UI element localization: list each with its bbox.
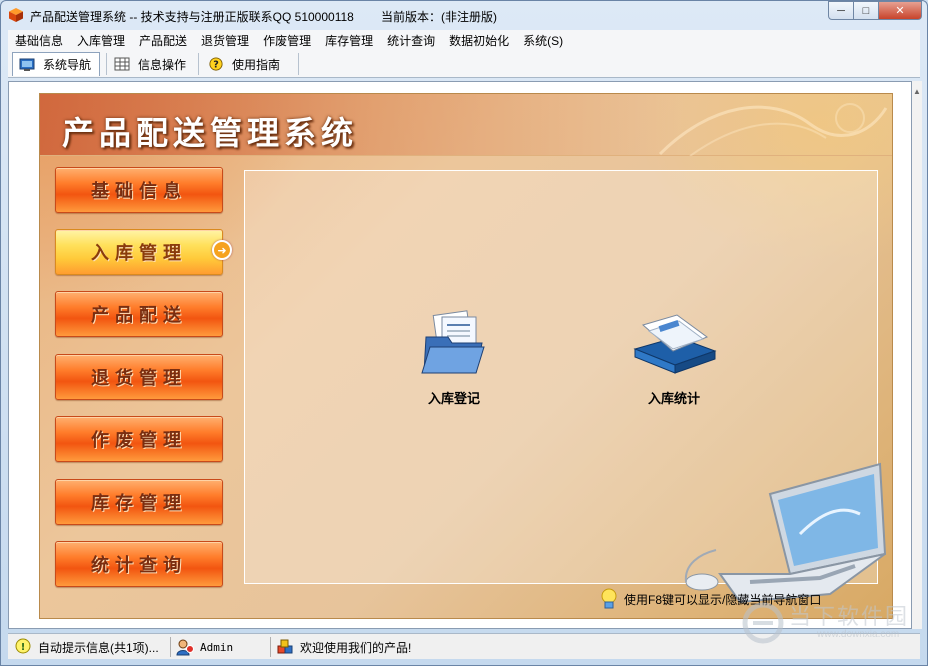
- navigation-view: 产品配送管理系统 基础信息 入库管理 ➜ 产品配送 退货管理 作废管理 库存管理…: [8, 81, 912, 629]
- status-welcome-text: 欢迎使用我们的产品!: [300, 640, 412, 655]
- help-icon: ?: [209, 57, 223, 71]
- function-inbound-register[interactable]: 入库登记: [399, 307, 509, 407]
- tab-label: 系统导航: [43, 58, 92, 72]
- status-divider: [170, 637, 171, 657]
- menu-item-returns[interactable]: 退货管理: [194, 32, 256, 49]
- tab-label: 使用指南: [232, 57, 281, 72]
- arrow-right-icon: ➜: [212, 240, 232, 260]
- menu-item-void[interactable]: 作废管理: [256, 32, 318, 49]
- watermark-logo-icon: [742, 602, 784, 644]
- nav-button-inventory[interactable]: 库存管理: [55, 479, 223, 525]
- menu-item-inventory[interactable]: 库存管理: [318, 32, 380, 49]
- status-tips[interactable]: ! 自动提示信息(共1项)...: [14, 634, 159, 660]
- menu-item-statistics[interactable]: 统计查询: [380, 32, 442, 49]
- close-icon: ✕: [895, 5, 905, 17]
- status-user-name: Admin: [200, 640, 234, 654]
- window-title: 产品配送管理系统 -- 技术支持与注册正版联系QQ 510000118: [30, 10, 354, 24]
- tab-label: 信息操作: [138, 57, 187, 72]
- nav-label: 统计查询: [91, 555, 187, 576]
- nav-label: 退货管理: [91, 368, 187, 389]
- svg-text:!: !: [21, 642, 26, 653]
- status-user: Admin: [176, 634, 233, 660]
- panel-header: 产品配送管理系统: [40, 94, 892, 156]
- tab-toolbar: 系统导航 信息操作 ? 使用指南: [8, 50, 920, 78]
- nav-label: 库存管理: [91, 493, 187, 514]
- nav-label: 基础信息: [91, 181, 187, 202]
- scroll-up-icon[interactable]: ▲: [912, 87, 922, 96]
- status-welcome: 欢迎使用我们的产品!: [276, 634, 411, 660]
- panel-title: 产品配送管理系统: [62, 114, 359, 152]
- menu-bar: 基础信息 入库管理 产品配送 退货管理 作废管理 库存管理 统计查询 数据初始化…: [8, 30, 920, 50]
- close-button[interactable]: ✕: [878, 1, 922, 20]
- tab-system-navigation[interactable]: 系统导航: [12, 52, 100, 76]
- nav-button-basic-info[interactable]: 基础信息: [55, 167, 223, 213]
- version-label: 当前版本：(非注册版): [381, 10, 497, 24]
- nav-button-returns[interactable]: 退货管理: [55, 354, 223, 400]
- monitor-icon: [19, 58, 35, 71]
- function-inbound-statistics[interactable]: 入库统计: [619, 307, 729, 407]
- nav-label: 产品配送: [91, 305, 187, 326]
- watermark-url: www.downxia.com: [817, 629, 900, 640]
- toolbar-divider: [106, 53, 107, 75]
- svg-text:?: ?: [213, 60, 219, 71]
- nav-label: 入库管理: [91, 243, 187, 264]
- folder-documents-icon: [421, 310, 485, 374]
- app-window: 产品配送管理系统 -- 技术支持与注册正版联系QQ 510000118 当前版本…: [0, 0, 928, 666]
- info-bulb-icon: !: [15, 638, 31, 654]
- maximize-button[interactable]: □: [853, 1, 879, 20]
- watermark-text: 当下软件园: [789, 604, 910, 629]
- nav-button-inbound[interactable]: 入库管理: [55, 229, 223, 275]
- function-label: 入库登记: [427, 391, 480, 406]
- status-tips-text: 自动提示信息(共1项)...: [38, 640, 159, 655]
- nav-button-delivery[interactable]: 产品配送: [55, 291, 223, 337]
- menu-item-delivery[interactable]: 产品配送: [132, 32, 194, 49]
- book-icon: [633, 314, 717, 374]
- menu-item-basic-info[interactable]: 基础信息: [8, 32, 70, 49]
- laptop-illustration: [684, 462, 887, 604]
- minimize-icon: ─: [837, 4, 845, 17]
- vertical-scrollbar[interactable]: ▲: [912, 81, 922, 629]
- tab-user-guide[interactable]: ? 使用指南: [202, 52, 292, 76]
- menu-item-inbound[interactable]: 入库管理: [70, 32, 132, 49]
- maximize-icon: □: [862, 4, 870, 17]
- minimize-button[interactable]: ─: [828, 1, 854, 20]
- nav-button-statistics[interactable]: 统计查询: [55, 541, 223, 587]
- function-label: 入库统计: [647, 391, 700, 406]
- title-bar[interactable]: 产品配送管理系统 -- 技术支持与注册正版联系QQ 510000118 当前版本…: [1, 1, 927, 29]
- toolbar-divider: [298, 53, 299, 75]
- user-icon: [176, 639, 194, 656]
- toolbar-divider: [198, 53, 199, 75]
- blocks-icon: [277, 639, 293, 654]
- app-cube-icon: [9, 8, 23, 22]
- nav-label: 作废管理: [91, 430, 187, 451]
- watermark: 当下软件园 www.downxia.com: [739, 597, 919, 653]
- grid-icon: [114, 57, 130, 71]
- tab-info-operation[interactable]: 信息操作: [108, 52, 194, 76]
- decorative-swirl: [658, 103, 888, 156]
- navigation-panel: 产品配送管理系统 基础信息 入库管理 ➜ 产品配送 退货管理 作废管理 库存管理…: [39, 93, 893, 619]
- lightbulb-icon: [601, 588, 617, 609]
- nav-button-void[interactable]: 作废管理: [55, 416, 223, 462]
- status-divider: [270, 637, 271, 657]
- menu-item-data-init[interactable]: 数据初始化: [442, 32, 516, 49]
- menu-item-system[interactable]: 系统(S): [516, 32, 570, 49]
